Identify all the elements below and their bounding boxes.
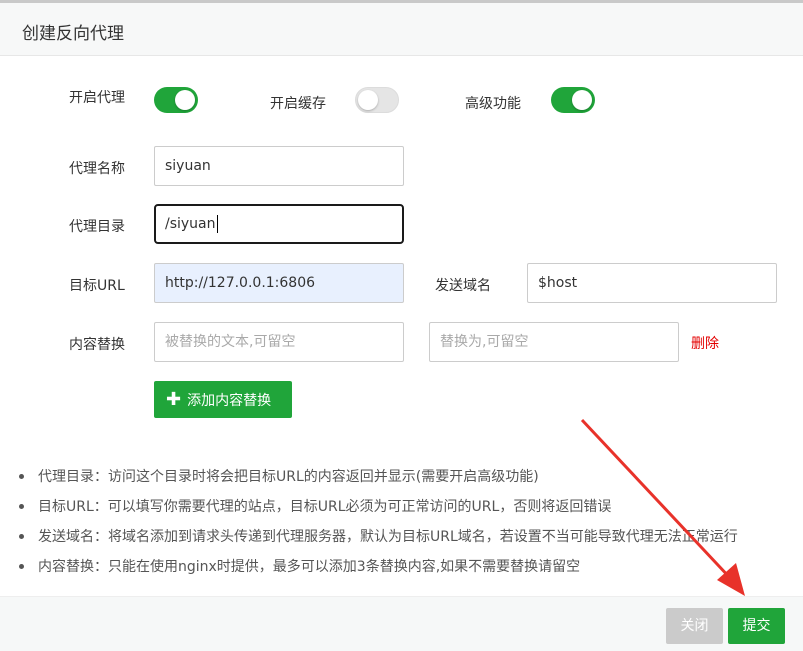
- replace-to-input[interactable]: 替换为,可留空: [429, 322, 679, 362]
- proxy-name-input[interactable]: siyuan: [154, 146, 404, 186]
- send-domain-label: 发送域名: [435, 278, 491, 294]
- target-url-input[interactable]: http://127.0.0.1:6806: [154, 263, 404, 303]
- toggle-knob: [358, 90, 378, 110]
- advanced-toggle[interactable]: [551, 87, 595, 113]
- proxy-dir-value: /siyuan: [165, 216, 216, 232]
- send-domain-input[interactable]: $host: [527, 263, 777, 303]
- toggle-knob: [175, 90, 195, 110]
- create-reverse-proxy-dialog: 创建反向代理 开启代理 开启缓存 高级功能 代理名称 siyuan 代理目录 /…: [0, 0, 803, 651]
- text-caret: [216, 215, 218, 233]
- submit-button[interactable]: 提交: [728, 608, 785, 644]
- add-content-replace-label: 添加内容替换: [187, 393, 272, 409]
- enable-cache-label: 开启缓存: [270, 96, 326, 112]
- help-note: 发送域名：将域名添加到请求头传递到代理服务器，默认为目标URL域名，若设置不当可…: [18, 526, 738, 556]
- enable-proxy-label: 开启代理: [69, 90, 125, 106]
- content-replace-label: 内容替换: [69, 337, 125, 353]
- help-notes-list: 代理目录：访问这个目录时将会把目标URL的内容返回并显示(需要开启高级功能) 目…: [18, 466, 738, 586]
- plus-icon: ✚: [166, 389, 182, 410]
- dialog-header: 创建反向代理: [0, 3, 803, 56]
- delete-replace-link[interactable]: 删除: [691, 333, 719, 353]
- dialog-title: 创建反向代理: [22, 24, 124, 44]
- help-note: 目标URL：可以填写你需要代理的站点，目标URL必须为可正常访问的URL，否则将…: [18, 496, 738, 526]
- dialog-footer: 关闭 提交: [0, 596, 803, 651]
- close-button[interactable]: 关闭: [666, 608, 723, 644]
- enable-proxy-toggle[interactable]: [154, 87, 198, 113]
- toggle-knob: [572, 90, 592, 110]
- replace-from-input[interactable]: 被替换的文本,可留空: [154, 322, 404, 362]
- proxy-name-label: 代理名称: [69, 161, 125, 177]
- proxy-dir-label: 代理目录: [69, 219, 125, 235]
- advanced-label: 高级功能: [465, 96, 521, 112]
- add-content-replace-button[interactable]: ✚ 添加内容替换: [154, 381, 292, 418]
- target-url-label: 目标URL: [69, 278, 125, 294]
- help-note: 代理目录：访问这个目录时将会把目标URL的内容返回并显示(需要开启高级功能): [18, 466, 738, 496]
- enable-cache-toggle[interactable]: [355, 87, 399, 113]
- help-note: 内容替换：只能在使用nginx时提供，最多可以添加3条替换内容,如果不需要替换请…: [18, 556, 738, 586]
- proxy-dir-input[interactable]: /siyuan: [154, 204, 404, 244]
